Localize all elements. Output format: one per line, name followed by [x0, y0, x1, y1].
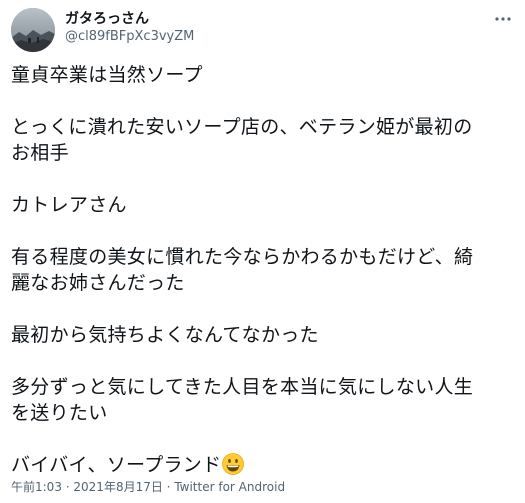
tweet-source[interactable]: Twitter for Android — [174, 480, 285, 494]
tweet-time[interactable]: 午前1:03 — [11, 480, 62, 494]
more-dots-icon[interactable] — [492, 8, 514, 30]
tweet-paragraph: 有る程度の美女に慣れた今ならかわるかもだけど、綺 麗なお姉さんだった — [11, 246, 474, 294]
tweet-paragraph: カトレアさん — [11, 194, 127, 216]
tweet-paragraph: 最初から気持ちよくなんてなかった — [11, 324, 319, 346]
tweet-card: ガタろっさん @cl89fBFpXc3vyZM 童貞卒業は当然ソープ とっくに潰… — [0, 0, 525, 503]
grinning-face-icon — [222, 453, 245, 482]
tweet-paragraph: 多分ずっと気にしてきた人目を本当に気にしない人生 を送りたい — [11, 376, 474, 424]
tweet-paragraph-text: バイバイ、ソープランド — [11, 454, 222, 476]
tweet-paragraph: 童貞卒業は当然ソープ — [11, 64, 203, 86]
avatar[interactable] — [11, 8, 55, 52]
avatar-image — [11, 8, 55, 52]
tweet-paragraph: とっくに潰れた安いソープ店の、ベテラン姫が最初の お相手 — [11, 116, 473, 164]
meta-separator: · — [162, 480, 175, 494]
display-name[interactable]: ガタろっさん — [65, 10, 194, 28]
user-names: ガタろっさん @cl89fBFpXc3vyZM — [65, 10, 194, 46]
tweet-meta: 午前1:03 · 2021年8月17日 · Twitter for Androi… — [11, 479, 285, 495]
tweet-paragraph-last: バイバイ、ソープランド — [11, 452, 516, 482]
tweet-header: ガタろっさん @cl89fBFpXc3vyZM — [11, 8, 516, 52]
meta-separator: · — [61, 480, 74, 494]
user-handle[interactable]: @cl89fBFpXc3vyZM — [65, 28, 194, 46]
tweet-date[interactable]: 2021年8月17日 — [73, 480, 162, 494]
tweet-text: 童貞卒業は当然ソープ とっくに潰れた安いソープ店の、ベテラン姫が最初の お相手 … — [11, 62, 516, 503]
